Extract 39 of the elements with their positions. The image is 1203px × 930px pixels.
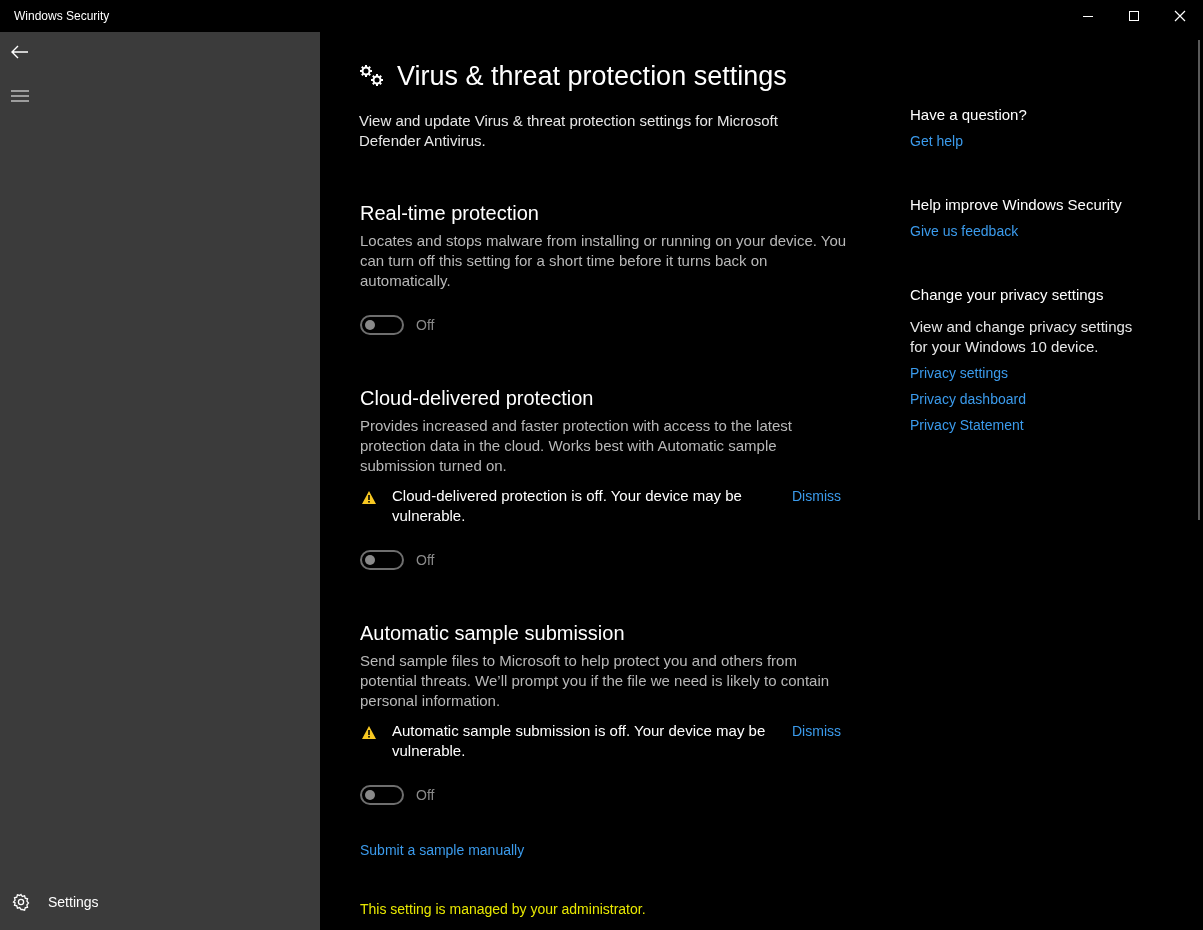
- warning-icon: [362, 490, 376, 504]
- section-description: Locates and stops malware from installing or running on your device. You can turn off this setting for a short time before it turns back on automatically.: [360, 230, 848, 291]
- toggle-switch[interactable]: [360, 315, 404, 335]
- help-link[interactable]: Privacy settings: [910, 363, 1009, 383]
- help-link[interactable]: Privacy dashboard: [910, 389, 1026, 409]
- warning-message: Automatic sample submission is off. Your device may be vulnerable.: [392, 720, 767, 761]
- help-link[interactable]: Privacy Statement: [910, 415, 1024, 435]
- toggle-switch[interactable]: [360, 550, 404, 570]
- toggle-switch[interactable]: [360, 785, 404, 805]
- page-description: View and update Virus & threat protection settings for Microsoft Defender Antivirus.: [359, 110, 779, 151]
- aside-description: View and change privacy settings for your Windows 10 device.: [910, 317, 1134, 357]
- section-title: Real-time protection: [360, 200, 540, 225]
- back-arrow-icon: [11, 45, 29, 59]
- dismiss-link[interactable]: Dismiss: [792, 485, 841, 506]
- settings-icon: [12, 893, 30, 911]
- aside-heading: Have a question?: [910, 105, 1028, 125]
- section-description: Provides increased and faster protection with access to the latest protection data in the cloud. Works best with Automatic sample submission turned on.: [360, 415, 793, 476]
- admin-note: This setting is managed by your administrator.: [359, 900, 647, 919]
- sidebar-item[interactable]: Settings: [0, 890, 99, 914]
- window-title: Windows Security: [14, 8, 110, 25]
- gears-icon: [359, 64, 385, 89]
- submit-sample-link[interactable]: Submit a sample manually: [360, 839, 525, 861]
- aside-heading: Help improve Windows Security: [910, 195, 1123, 215]
- section-title: Automatic sample submission: [360, 620, 626, 645]
- aside-heading: Change your privacy settings: [910, 285, 1105, 305]
- dismiss-link[interactable]: Dismiss: [792, 720, 841, 741]
- menu-icon: [11, 90, 29, 102]
- help-link[interactable]: Get help: [910, 131, 963, 151]
- help-link[interactable]: Give us feedback: [910, 221, 1019, 241]
- toggle-state-label: Off: [416, 315, 435, 335]
- section-description: Send sample files to Microsoft to help protect you and others from potential threats. We’ll prompt you if the file we need is likely to contain personal information.: [360, 650, 831, 711]
- toggle-state-label: Off: [416, 785, 435, 805]
- scrollbar[interactable]: [1198, 40, 1200, 520]
- page-title: Virus & threat protection settings: [397, 60, 787, 93]
- warning-message: Cloud-delivered protection is off. Your device may be vulnerable.: [392, 485, 743, 526]
- toggle-state-label: Off: [416, 550, 435, 570]
- warning-icon: [362, 725, 376, 739]
- close-icon: [1174, 10, 1186, 22]
- section-title: Cloud-delivered protection: [360, 385, 595, 410]
